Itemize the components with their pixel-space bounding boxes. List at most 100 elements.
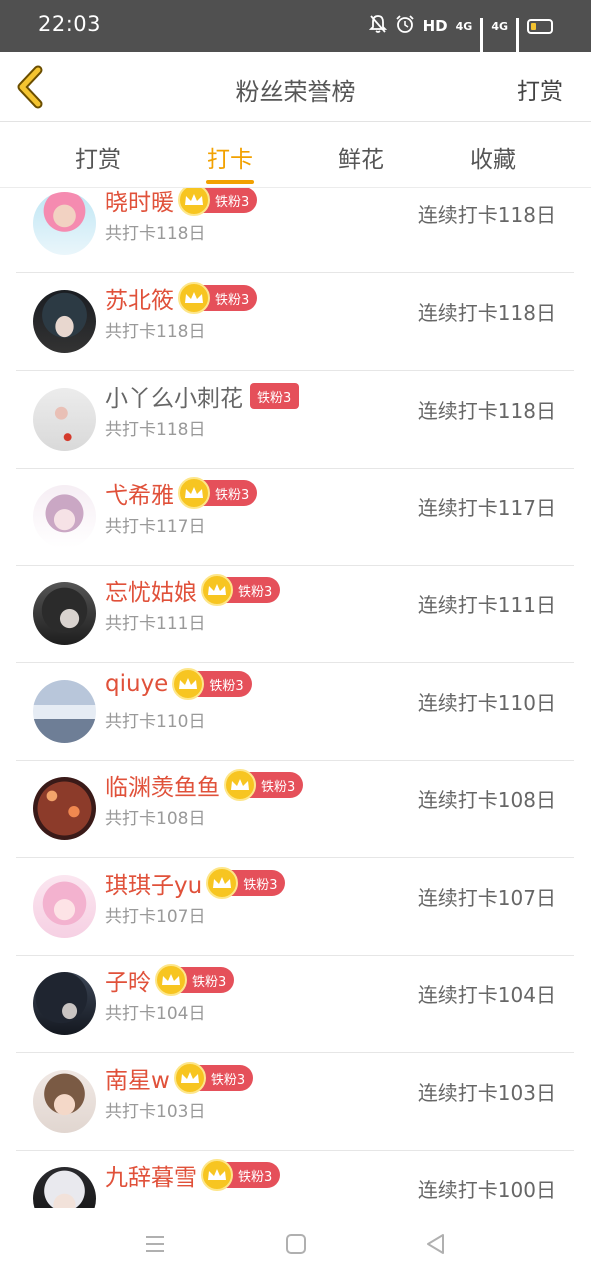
user-name[interactable]: 南星w: [105, 1061, 170, 1095]
streak-checkin: 连续打卡107日: [417, 886, 556, 910]
streak-checkin: 连续打卡117日: [417, 496, 556, 520]
alarm-icon: [395, 14, 415, 38]
total-checkin: 共打卡117日: [105, 517, 206, 537]
page-title: 粉丝荣誉榜: [235, 78, 356, 106]
streak-checkin: 连续打卡100日: [417, 1178, 556, 1202]
user-name[interactable]: 琪琪子yu: [105, 866, 202, 900]
crown-icon: [178, 282, 210, 314]
streak-checkin: 连续打卡110日: [417, 691, 556, 715]
fan-level-label: 铁粉3: [261, 779, 296, 795]
crown-icon: [201, 1159, 233, 1191]
streak-checkin: 连续打卡111日: [417, 593, 556, 617]
user-name[interactable]: 忘忧姑娘: [105, 573, 197, 607]
fan-level-label: 铁粉3: [238, 584, 273, 600]
total-checkin: 共打卡118日: [105, 224, 206, 244]
tab-favorites[interactable]: 收藏: [433, 140, 553, 174]
net-type-2: 4G: [491, 19, 508, 33]
streak-checkin: 连续打卡108日: [417, 788, 556, 812]
avatar[interactable]: [33, 875, 96, 938]
avatar[interactable]: [33, 1167, 96, 1208]
crown-icon: [224, 769, 256, 801]
fan-level-label: 铁粉3: [257, 390, 292, 406]
status-bar: 22:03 HD 4G 4G: [0, 0, 591, 59]
avatar[interactable]: [33, 1070, 96, 1133]
fan-level-badge: 铁粉3: [206, 867, 286, 899]
status-time: 22:03: [38, 12, 102, 36]
list-item[interactable]: 忘忧姑娘 铁粉3 共打卡111日 连续打卡111日: [16, 565, 574, 663]
total-checkin: 共打卡108日: [105, 809, 206, 829]
triangle-back-icon: [427, 1234, 444, 1254]
crown-icon: [172, 668, 205, 700]
fan-level-label: 铁粉3: [192, 974, 227, 990]
list-item[interactable]: 南星w 铁粉3 共打卡103日 连续打卡103日: [16, 1053, 574, 1151]
fan-level-badge: 铁粉3: [155, 964, 235, 996]
list-item[interactable]: qiuye 铁粉3 共打卡110日 连续打卡110日: [16, 663, 574, 761]
signal-icon-2: [516, 18, 519, 59]
streak-checkin: 连续打卡118日: [417, 203, 556, 227]
system-nav-bar: [0, 1208, 591, 1280]
list-item[interactable]: 弋希雅 铁粉3 共打卡117日 连续打卡117日: [16, 468, 574, 566]
crown-icon: [178, 188, 210, 216]
user-name[interactable]: qiuye: [105, 671, 168, 697]
list-item[interactable]: 琪琪子yu 铁粉3 共打卡107日 连续打卡107日: [16, 858, 574, 956]
user-name[interactable]: 临渊羡鱼鱼: [105, 768, 220, 802]
user-name[interactable]: 苏北筱: [105, 281, 174, 315]
reward-button[interactable]: 打赏: [517, 72, 563, 106]
avatar[interactable]: [33, 680, 96, 743]
user-name[interactable]: 子昤: [105, 963, 151, 997]
fan-level-label: 铁粉3: [215, 292, 250, 308]
streak-checkin: 连续打卡118日: [417, 399, 556, 423]
fan-level-label: 铁粉3: [215, 194, 250, 210]
user-name[interactable]: 九辞暮雪: [105, 1158, 197, 1192]
streak-checkin: 连续打卡104日: [417, 983, 556, 1007]
mute-bell-icon: [368, 14, 387, 38]
avatar[interactable]: [33, 777, 96, 840]
fan-level-badge: 铁粉3: [178, 282, 258, 314]
crown-icon: [201, 574, 233, 606]
fan-level-label: 铁粉3: [238, 1169, 273, 1185]
list-item[interactable]: 小丫么小刺花 铁粉3 共打卡118日 连续打卡118日: [16, 371, 574, 469]
list-item[interactable]: 晓时暖 铁粉3 共打卡118日 连续打卡118日: [16, 188, 574, 273]
total-checkin: 共打卡104日: [105, 1004, 206, 1024]
streak-checkin: 连续打卡118日: [417, 301, 556, 325]
back-nav-button[interactable]: [424, 1232, 448, 1256]
hd-label: HD: [422, 17, 448, 35]
avatar[interactable]: [33, 485, 96, 548]
fan-level-badge: 铁粉3: [178, 188, 258, 216]
fan-level-label: 铁粉3: [215, 487, 250, 503]
list-item[interactable]: 临渊羡鱼鱼 铁粉3 共打卡108日 连续打卡108日: [16, 760, 574, 858]
fan-level-badge: 铁粉3: [201, 1159, 281, 1191]
list-item[interactable]: 苏北筱 铁粉3 共打卡118日 连续打卡118日: [16, 273, 574, 371]
home-square-icon: [286, 1234, 306, 1254]
tab-reward[interactable]: 打赏: [38, 140, 158, 174]
checkin-ranking-list[interactable]: 晓时暖 铁粉3 共打卡118日 连续打卡118日 苏北筱 铁粉3 共打卡118日…: [0, 188, 591, 1208]
user-name[interactable]: 弋希雅: [105, 476, 174, 510]
avatar[interactable]: [33, 290, 96, 353]
total-checkin: 共打卡107日: [105, 907, 206, 927]
total-checkin: 共打卡118日: [105, 420, 206, 440]
signal-icon: [480, 18, 484, 59]
avatar[interactable]: [33, 972, 96, 1035]
fan-level-badge: 铁粉3: [224, 769, 304, 801]
list-item[interactable]: 九辞暮雪 铁粉3 连续打卡100日: [16, 1150, 574, 1208]
list-item[interactable]: 子昤 铁粉3 共打卡104日 连续打卡104日: [16, 955, 574, 1053]
tab-checkin[interactable]: 打卡: [170, 140, 290, 174]
crown-icon: [155, 964, 187, 996]
menu-button[interactable]: [143, 1232, 167, 1256]
fan-level-badge: 铁粉3: [178, 477, 258, 509]
home-button[interactable]: [284, 1232, 308, 1256]
crown-icon: [178, 477, 210, 509]
fan-level-badge: 铁粉3: [173, 1062, 254, 1094]
battery-icon: [527, 18, 553, 34]
active-tab-indicator: [206, 180, 254, 184]
avatar[interactable]: [33, 192, 96, 255]
avatar[interactable]: [33, 582, 96, 645]
tab-flowers[interactable]: 鲜花: [301, 140, 421, 174]
user-name[interactable]: 小丫么小刺花: [105, 379, 243, 413]
fan-level-label: 铁粉3: [209, 678, 244, 694]
user-name[interactable]: 晓时暖: [105, 188, 174, 217]
total-checkin: 共打卡111日: [105, 614, 206, 634]
avatar[interactable]: [33, 388, 96, 451]
fan-level-badge: 铁粉3: [172, 668, 252, 700]
crown-icon: [173, 1062, 206, 1094]
